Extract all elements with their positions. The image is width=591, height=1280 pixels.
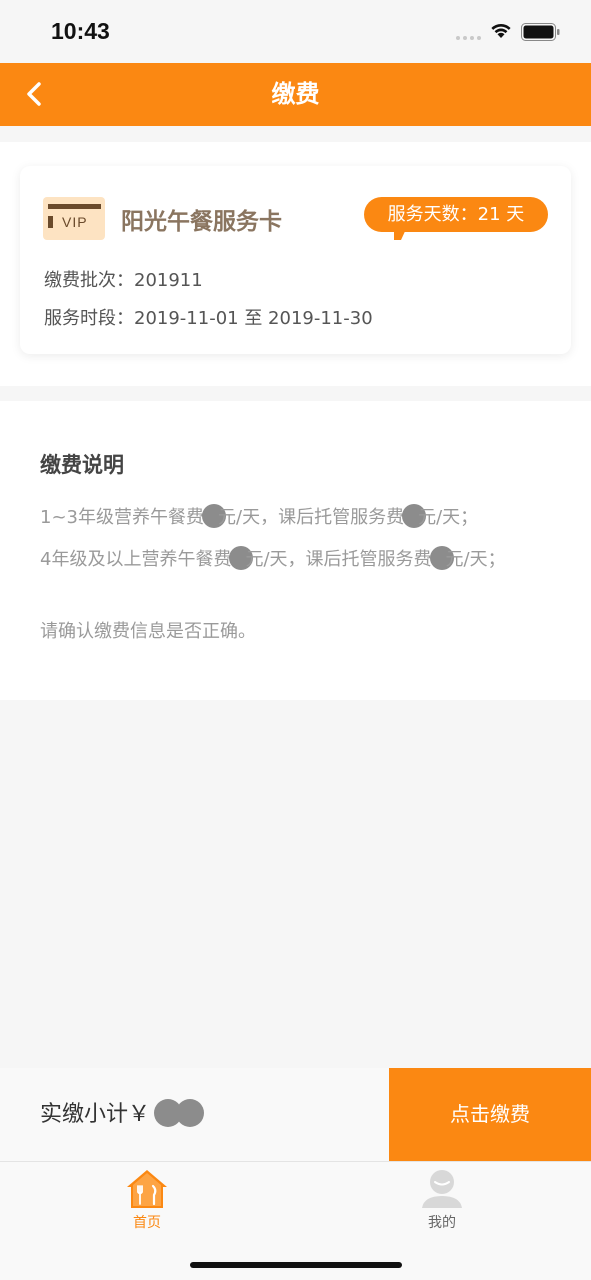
battery-icon [521, 23, 560, 41]
line1-part-a: 1~3年级营养午餐费 [40, 507, 204, 528]
line2-part-b: 元/天，课后托管服务费 [245, 549, 432, 570]
tab-home[interactable]: 首页 [57, 1162, 237, 1242]
line1-part-c: 元/天； [418, 507, 479, 528]
back-button[interactable] [18, 77, 50, 111]
home-indicator [190, 1262, 402, 1268]
subtotal-label: 实缴小计￥ [40, 1102, 151, 1127]
batch-value: 201911 [134, 270, 203, 291]
description-title: 缴费说明 [40, 453, 124, 477]
service-days-text: 服务天数：21 天 [387, 204, 525, 225]
tab-mine-label: 我的 [428, 1215, 456, 1231]
pay-button[interactable]: 点击缴费 [389, 1068, 591, 1161]
tab-home-label: 首页 [133, 1215, 161, 1231]
wifi-icon [491, 23, 511, 38]
line2-part-c: 元/天； [445, 549, 506, 570]
payment-description: 缴费说明 1~3年级营养午餐费 元/天，课后托管服务费 元/天； 4年级及以上营养午… [0, 401, 591, 700]
tab-mine[interactable]: 我的 [352, 1162, 532, 1242]
batch-row: 缴费批次：201911 [44, 266, 203, 292]
status-time: 10:43 [51, 18, 110, 44]
card-title: 阳光午餐服务卡 [121, 209, 282, 235]
period-row: 服务时段：2019-11-01 至 2019-11-30 [44, 304, 373, 330]
vip-icon-text: VIP [62, 214, 88, 230]
vip-card-icon: VIP [43, 197, 105, 240]
badge-tail [394, 227, 407, 240]
redacted-amount [154, 1099, 205, 1127]
home-icon [127, 1170, 167, 1208]
chevron-left-icon [27, 82, 41, 106]
user-icon [422, 1170, 462, 1208]
card-section: VIP 阳光午餐服务卡 服务天数：21 天 缴费批次：201911 服务时段：2… [0, 142, 591, 386]
service-card: VIP 阳光午餐服务卡 服务天数：21 天 缴费批次：201911 服务时段：2… [20, 166, 571, 354]
batch-label: 缴费批次： [44, 270, 134, 291]
nav-bar: 缴费 [0, 63, 591, 126]
subtotal: 实缴小计￥ [40, 1068, 205, 1161]
description-line-2: 4年级及以上营养午餐费 元/天，课后托管服务费 元/天； [40, 545, 540, 575]
line1-part-b: 元/天，课后托管服务费 [218, 507, 405, 528]
pay-bar: 实缴小计￥ 点击缴费 [0, 1068, 591, 1161]
signal-icon [456, 36, 481, 40]
page-title: 缴费 [271, 80, 320, 108]
line2-part-a: 4年级及以上营养午餐费 [40, 549, 232, 570]
status-bar: 10:43 [0, 0, 591, 63]
period-label: 服务时段： [44, 308, 134, 329]
service-days-badge: 服务天数：21 天 [364, 197, 548, 240]
period-value: 2019-11-01 至 2019-11-30 [134, 308, 373, 329]
description-line-1: 1~3年级营养午餐费 元/天，课后托管服务费 元/天； [40, 503, 540, 533]
description-line-3: 请确认缴费信息是否正确。 [40, 621, 256, 642]
